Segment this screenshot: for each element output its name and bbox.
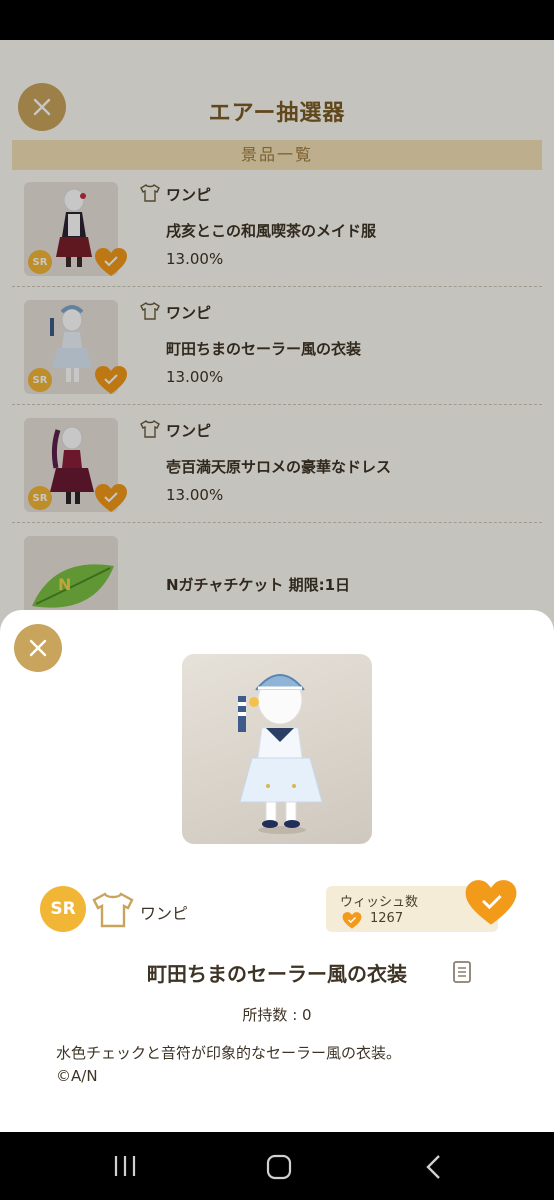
shirt-icon xyxy=(92,892,134,928)
owned-count: 所持数 : 0 xyxy=(242,1006,312,1024)
category-label: ワンピ xyxy=(140,904,189,923)
item-detail-sheet: SR ワンピ ウィッシュ数 1267 町田ちまのセーラー風の衣装 所持数 : 0… xyxy=(0,610,554,1132)
copyright-text: ©A/N xyxy=(56,1067,98,1085)
home-icon[interactable] xyxy=(266,1154,292,1180)
rarity-badge: SR xyxy=(40,886,86,932)
wish-heart-button[interactable] xyxy=(464,880,518,928)
item-description: 水色チェックと音符が印象的なセーラー風の衣装。 ©A/N xyxy=(56,1042,401,1088)
wish-count: 1267 xyxy=(370,911,404,926)
app-screen: エアー抽選器 景品一覧 SR ワンピ 戌亥とこの和風喫茶のメイド服 13.00% xyxy=(0,40,554,1132)
description-text: 水色チェックと音符が印象的なセーラー風の衣装。 xyxy=(56,1044,402,1062)
document-icon[interactable] xyxy=(452,960,472,984)
sheet-close-button[interactable] xyxy=(14,624,62,672)
system-nav-bar xyxy=(0,1132,554,1200)
wish-label: ウィッシュ数 xyxy=(340,895,419,910)
recent-apps-icon[interactable] xyxy=(112,1154,138,1178)
back-icon[interactable] xyxy=(424,1154,444,1180)
heart-icon xyxy=(342,912,362,929)
sailor-outfit-image xyxy=(238,674,323,834)
close-icon xyxy=(29,639,47,657)
item-preview-image xyxy=(182,654,372,844)
